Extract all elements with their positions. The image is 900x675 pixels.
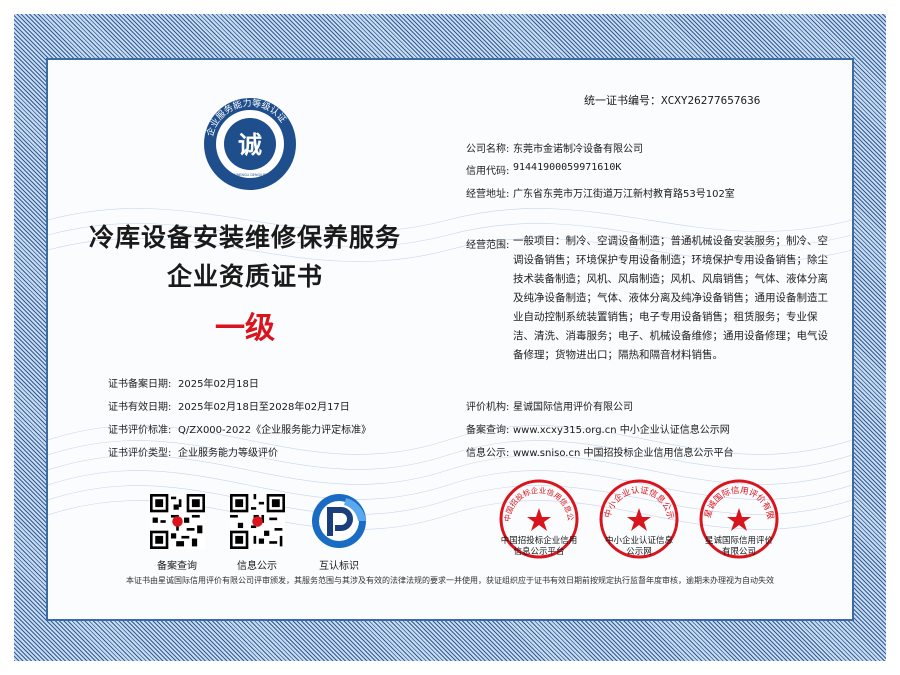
stamp1-line1: 中国招投标企业信用 xyxy=(500,536,578,546)
certificate-number-row: 统一证书编号：XCXY26277657636 xyxy=(584,92,760,108)
stamp3-caption: 星诚国际信用评价 有限公司 xyxy=(696,536,782,558)
svg-text:星诚国际信用评价有限公司: 星诚国际信用评价有限公司 xyxy=(698,478,775,521)
certification-seal-icon: 企业服务能力等级认证 诚 QIYE FUWUNENGLI DENGJI RENZ… xyxy=(204,97,296,190)
stamp3-line2: 有限公司 xyxy=(721,547,756,557)
evaluation-org: 星诚国际信用评价有限公司 xyxy=(513,402,633,413)
validity: 2025年02月18日至2028年02月17日 xyxy=(178,402,350,413)
evaluation-org-label: 评价机构: xyxy=(466,402,510,413)
info-qr-code-icon[interactable] xyxy=(230,494,285,549)
address-label: 经营地址: xyxy=(466,189,510,200)
filing-date-label: 证书备案日期: xyxy=(108,379,172,390)
evaluation-type: 企业服务能力等级评价 xyxy=(178,448,278,459)
standard: Q/ZX000-2022《企业服务能力评定标准》 xyxy=(178,425,372,436)
evaluation-type-label: 证书评价类型: xyxy=(108,448,172,459)
stamp3-line1: 星诚国际信用评价 xyxy=(704,536,773,546)
mutual-recognition-logo-icon[interactable] xyxy=(310,492,368,550)
info-public: www.sniso.cn 中国招投标企业信用信息公示平台 xyxy=(513,448,734,459)
stamp2-line2: 公示网 xyxy=(626,547,652,557)
certificate-grade: 一级 xyxy=(215,311,275,346)
info-public-label: 信息公示: xyxy=(466,448,510,459)
filing-qr-caption: 备案查询 xyxy=(157,561,197,572)
credit-code: 91441900059971610K xyxy=(513,162,622,173)
seal-bottom-text: QIYE FUWUNENGLI DENGJI RENZHENG xyxy=(218,173,282,177)
credit-code-label: 信用代码: xyxy=(466,166,510,177)
validity-label: 证书有效日期: xyxy=(108,402,172,413)
standard-label: 证书评价标准: xyxy=(108,425,172,436)
svg-text:中小企业认证信息公示网: 中小企业认证信息公示网 xyxy=(598,478,675,520)
address: 广东省东莞市万江街道万江新村教育路53号102室 xyxy=(513,189,735,200)
filing-date: 2025年02月18日 xyxy=(178,379,259,390)
info-qr-caption: 信息公示 xyxy=(237,561,277,572)
certificate-number-label: 统一证书编号： xyxy=(584,94,661,107)
certificate-title-line1: 冷库设备安装维修保养服务 xyxy=(88,223,401,252)
stamp1-caption: 中国招投标企业信用 信息公示平台 xyxy=(496,536,582,558)
mutual-recognition-caption: 互认标识 xyxy=(319,561,359,572)
stamp2-ring-text: 中小企业认证信息公示网 xyxy=(598,478,675,520)
stamp2-caption: 中小企业认证信息 公示网 xyxy=(596,536,682,558)
business-scope-label: 经营范围: xyxy=(466,240,510,251)
company-name: 东莞市金诺制冷设备有限公司 xyxy=(513,144,643,155)
stamp3-ring-text: 星诚国际信用评价有限公司 xyxy=(698,478,775,521)
filing-qr-code-icon[interactable] xyxy=(150,494,205,549)
stamp2-line1: 中小企业认证信息 xyxy=(604,536,673,546)
business-scope: 一般项目：制冷、空调设备制造；普通机械设备安装服务；制冷、空调设备销售；环境保护… xyxy=(513,235,828,361)
footer-note: 本证书由星诚国际信用评价有限公司评审颁发，其服务范围与其涉及有效的法律法规的要求… xyxy=(126,576,774,585)
company-name-label: 公司名称: xyxy=(466,144,510,155)
seal-center-char: 诚 xyxy=(238,131,262,159)
filing-query-label: 备案查询: xyxy=(466,425,510,436)
filing-query: www.xcxy315.org.cn 中小企业认证信息公示网 xyxy=(513,425,730,436)
stamp1-line2: 信息公示平台 xyxy=(513,547,565,557)
certificate-number: XCXY26277657636 xyxy=(661,94,761,107)
certificate-title-line2: 企业资质证书 xyxy=(166,262,323,291)
